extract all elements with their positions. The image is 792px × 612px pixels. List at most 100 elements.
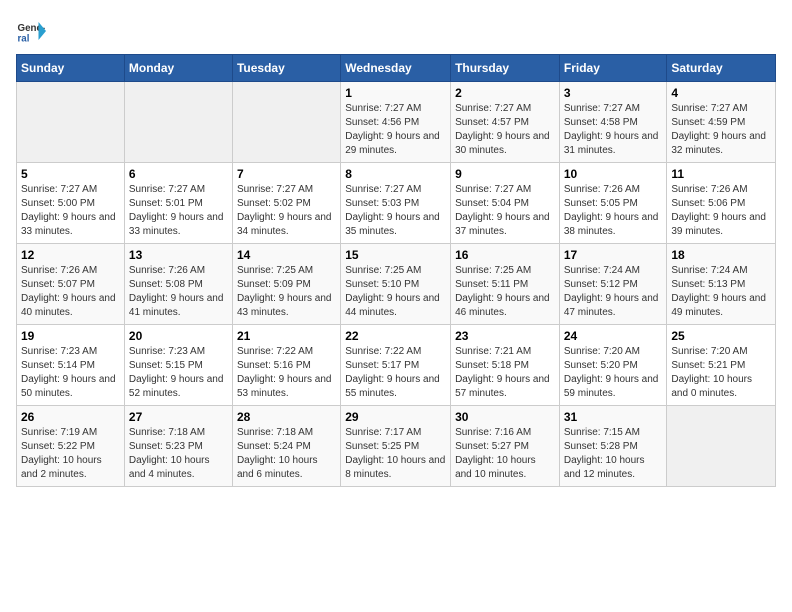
header-wednesday: Wednesday xyxy=(341,55,451,82)
calendar-cell: 29 Sunrise: 7:17 AM Sunset: 5:25 PM Dayli… xyxy=(341,406,451,487)
day-info: Sunrise: 7:25 AM Sunset: 5:09 PM Dayligh… xyxy=(237,264,336,320)
day-number: 13 xyxy=(129,248,228,262)
calendar-cell: 7Sunrise: 7:27 AM Sunset: 5:02 PM Daylig… xyxy=(232,163,340,244)
calendar-cell: 3 Sunrise: 7:27 AM Sunset: 4:58 PM Daylig… xyxy=(559,82,667,163)
week-row-4: 19 Sunrise: 7:23 AM Sunset: 5:14 PM Dayli… xyxy=(17,325,776,406)
calendar-cell xyxy=(17,82,125,163)
day-info: Sunrise: 7:27 AM Sunset: 4:56 PM Dayligh… xyxy=(345,102,446,158)
day-number: 20 xyxy=(129,329,228,343)
calendar-cell: 26 Sunrise: 7:19 AM Sunset: 5:22 PM Dayli… xyxy=(17,406,125,487)
calendar-cell: 24 Sunrise: 7:20 AM Sunset: 5:20 PM Dayli… xyxy=(559,325,667,406)
week-row-2: 5Sunrise: 7:27 AM Sunset: 5:00 PM Daylig… xyxy=(17,163,776,244)
week-row-1: 1Sunrise: 7:27 AM Sunset: 4:56 PM Daylig… xyxy=(17,82,776,163)
calendar-header-row: SundayMondayTuesdayWednesdayThursdayFrid… xyxy=(17,55,776,82)
day-info: Sunrise: 7:27 AM Sunset: 4:58 PM Dayligh… xyxy=(564,102,663,158)
day-info: Sunrise: 7:27 AM Sunset: 5:01 PM Dayligh… xyxy=(129,183,228,239)
day-info: Sunrise: 7:27 AM Sunset: 4:59 PM Dayligh… xyxy=(671,102,771,158)
day-info: Sunrise: 7:20 AM Sunset: 5:20 PM Dayligh… xyxy=(564,345,663,401)
calendar-cell: 13 Sunrise: 7:26 AM Sunset: 5:08 PM Dayli… xyxy=(124,244,232,325)
day-number: 23 xyxy=(455,329,555,343)
week-row-3: 12Sunrise: 7:26 AM Sunset: 5:07 PM Dayli… xyxy=(17,244,776,325)
calendar-cell: 28 Sunrise: 7:18 AM Sunset: 5:24 PM Dayli… xyxy=(232,406,340,487)
day-number: 14 xyxy=(237,248,336,262)
day-info: Sunrise: 7:19 AM Sunset: 5:22 PM Dayligh… xyxy=(21,426,120,482)
day-number: 3 xyxy=(564,86,663,100)
calendar-cell: 8Sunrise: 7:27 AM Sunset: 5:03 PM Daylig… xyxy=(341,163,451,244)
header-saturday: Saturday xyxy=(667,55,776,82)
day-number: 29 xyxy=(345,410,446,424)
day-number: 15 xyxy=(345,248,446,262)
calendar-cell: 5Sunrise: 7:27 AM Sunset: 5:00 PM Daylig… xyxy=(17,163,125,244)
calendar-cell: 1Sunrise: 7:27 AM Sunset: 4:56 PM Daylig… xyxy=(341,82,451,163)
day-info: Sunrise: 7:20 AM Sunset: 5:21 PM Dayligh… xyxy=(671,345,771,401)
calendar-cell: 23 Sunrise: 7:21 AM Sunset: 5:18 PM Dayli… xyxy=(451,325,560,406)
day-info: Sunrise: 7:22 AM Sunset: 5:16 PM Dayligh… xyxy=(237,345,336,401)
calendar-cell: 12Sunrise: 7:26 AM Sunset: 5:07 PM Dayli… xyxy=(17,244,125,325)
calendar-cell: 18Sunrise: 7:24 AM Sunset: 5:13 PM Dayli… xyxy=(667,244,776,325)
calendar-cell xyxy=(667,406,776,487)
week-row-5: 26 Sunrise: 7:19 AM Sunset: 5:22 PM Dayli… xyxy=(17,406,776,487)
day-number: 9 xyxy=(455,167,555,181)
day-number: 28 xyxy=(237,410,336,424)
calendar-cell: 4 Sunrise: 7:27 AM Sunset: 4:59 PM Daylig… xyxy=(667,82,776,163)
calendar-cell: 6 Sunrise: 7:27 AM Sunset: 5:01 PM Daylig… xyxy=(124,163,232,244)
day-number: 17 xyxy=(564,248,663,262)
day-number: 18 xyxy=(671,248,771,262)
header-sunday: Sunday xyxy=(17,55,125,82)
calendar-cell: 31Sunrise: 7:15 AM Sunset: 5:28 PM Dayli… xyxy=(559,406,667,487)
header-monday: Monday xyxy=(124,55,232,82)
day-number: 11 xyxy=(671,167,771,181)
day-number: 2 xyxy=(455,86,555,100)
day-info: Sunrise: 7:21 AM Sunset: 5:18 PM Dayligh… xyxy=(455,345,555,401)
day-info: Sunrise: 7:26 AM Sunset: 5:05 PM Dayligh… xyxy=(564,183,663,239)
calendar-cell: 15 Sunrise: 7:25 AM Sunset: 5:10 PM Dayli… xyxy=(341,244,451,325)
calendar-cell: 9Sunrise: 7:27 AM Sunset: 5:04 PM Daylig… xyxy=(451,163,560,244)
calendar-cell: 27 Sunrise: 7:18 AM Sunset: 5:23 PM Dayli… xyxy=(124,406,232,487)
calendar-cell: 11 Sunrise: 7:26 AM Sunset: 5:06 PM Dayli… xyxy=(667,163,776,244)
calendar-cell: 14 Sunrise: 7:25 AM Sunset: 5:09 PM Dayli… xyxy=(232,244,340,325)
day-info: Sunrise: 7:18 AM Sunset: 5:23 PM Dayligh… xyxy=(129,426,228,482)
calendar-cell: 16Sunrise: 7:25 AM Sunset: 5:11 PM Dayli… xyxy=(451,244,560,325)
day-number: 25 xyxy=(671,329,771,343)
calendar-cell: 22Sunrise: 7:22 AM Sunset: 5:17 PM Dayli… xyxy=(341,325,451,406)
day-info: Sunrise: 7:22 AM Sunset: 5:17 PM Dayligh… xyxy=(345,345,446,401)
calendar-cell: 30Sunrise: 7:16 AM Sunset: 5:27 PM Dayli… xyxy=(451,406,560,487)
day-number: 26 xyxy=(21,410,120,424)
day-number: 12 xyxy=(21,248,120,262)
day-info: Sunrise: 7:25 AM Sunset: 5:10 PM Dayligh… xyxy=(345,264,446,320)
day-number: 8 xyxy=(345,167,446,181)
day-number: 31 xyxy=(564,410,663,424)
day-info: Sunrise: 7:26 AM Sunset: 5:06 PM Dayligh… xyxy=(671,183,771,239)
day-info: Sunrise: 7:18 AM Sunset: 5:24 PM Dayligh… xyxy=(237,426,336,482)
calendar-cell: 10 Sunrise: 7:26 AM Sunset: 5:05 PM Dayli… xyxy=(559,163,667,244)
calendar-cell: 2 Sunrise: 7:27 AM Sunset: 4:57 PM Daylig… xyxy=(451,82,560,163)
calendar-cell: 20 Sunrise: 7:23 AM Sunset: 5:15 PM Dayli… xyxy=(124,325,232,406)
day-number: 4 xyxy=(671,86,771,100)
day-number: 19 xyxy=(21,329,120,343)
page-header: Gene- ral xyxy=(16,16,776,46)
day-info: Sunrise: 7:26 AM Sunset: 5:08 PM Dayligh… xyxy=(129,264,228,320)
logo-icon: Gene- ral xyxy=(16,16,46,46)
day-number: 27 xyxy=(129,410,228,424)
day-info: Sunrise: 7:25 AM Sunset: 5:11 PM Dayligh… xyxy=(455,264,555,320)
day-number: 30 xyxy=(455,410,555,424)
calendar-cell xyxy=(232,82,340,163)
calendar-cell: 17 Sunrise: 7:24 AM Sunset: 5:12 PM Dayli… xyxy=(559,244,667,325)
day-number: 6 xyxy=(129,167,228,181)
logo: Gene- ral xyxy=(16,16,50,46)
day-info: Sunrise: 7:17 AM Sunset: 5:25 PM Dayligh… xyxy=(345,426,446,482)
header-friday: Friday xyxy=(559,55,667,82)
day-info: Sunrise: 7:23 AM Sunset: 5:15 PM Dayligh… xyxy=(129,345,228,401)
day-number: 21 xyxy=(237,329,336,343)
calendar-table: SundayMondayTuesdayWednesdayThursdayFrid… xyxy=(16,54,776,487)
day-info: Sunrise: 7:23 AM Sunset: 5:14 PM Dayligh… xyxy=(21,345,120,401)
day-number: 10 xyxy=(564,167,663,181)
header-tuesday: Tuesday xyxy=(232,55,340,82)
header-thursday: Thursday xyxy=(451,55,560,82)
day-number: 5 xyxy=(21,167,120,181)
calendar-cell: 21 Sunrise: 7:22 AM Sunset: 5:16 PM Dayli… xyxy=(232,325,340,406)
day-number: 24 xyxy=(564,329,663,343)
day-info: Sunrise: 7:24 AM Sunset: 5:12 PM Dayligh… xyxy=(564,264,663,320)
calendar-cell: 25 Sunrise: 7:20 AM Sunset: 5:21 PM Dayli… xyxy=(667,325,776,406)
day-info: Sunrise: 7:27 AM Sunset: 4:57 PM Dayligh… xyxy=(455,102,555,158)
